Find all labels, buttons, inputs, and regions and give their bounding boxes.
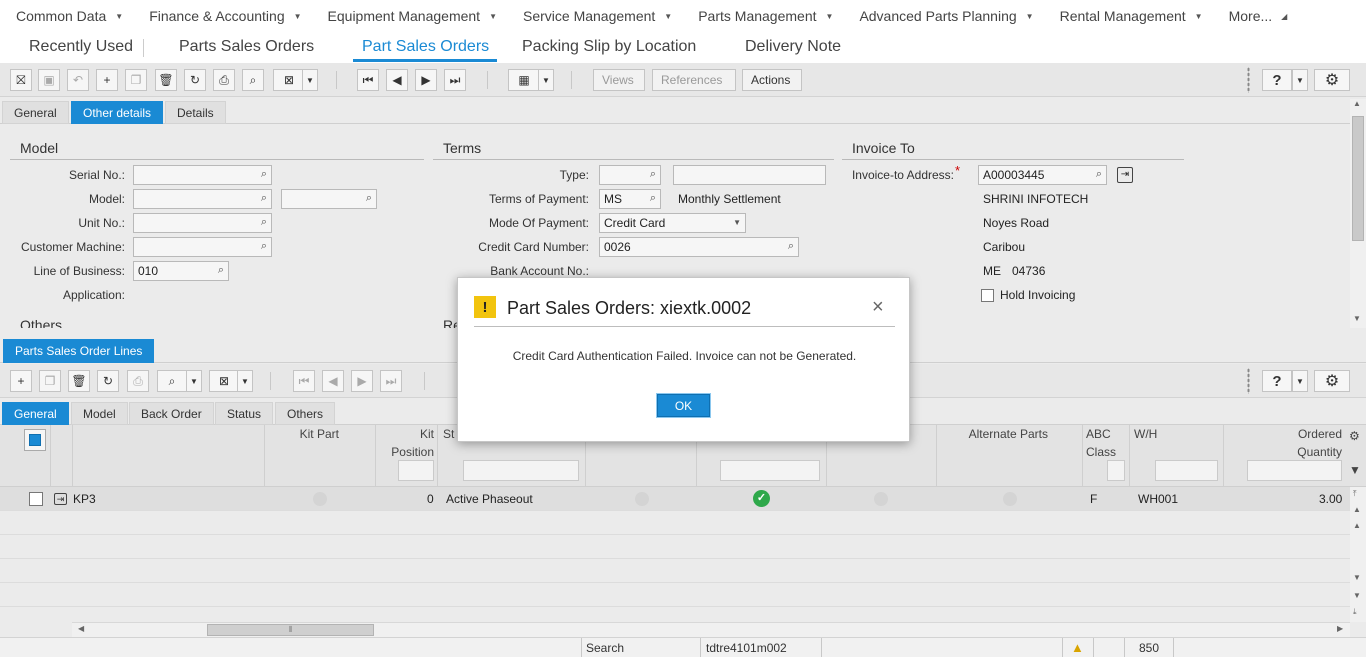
dialog-divider — [474, 326, 895, 327]
dialog-title: Part Sales Orders: xiextk.0002 — [507, 298, 752, 318]
close-icon[interactable]: × — [872, 296, 884, 319]
dialog-message: Credit Card Authentication Failed. Invoi… — [512, 349, 857, 363]
error-dialog: ! Part Sales Orders: xiextk.0002 × Credi… — [457, 277, 910, 442]
ok-button[interactable]: OK — [657, 394, 710, 417]
warning-icon: ! — [474, 296, 496, 318]
